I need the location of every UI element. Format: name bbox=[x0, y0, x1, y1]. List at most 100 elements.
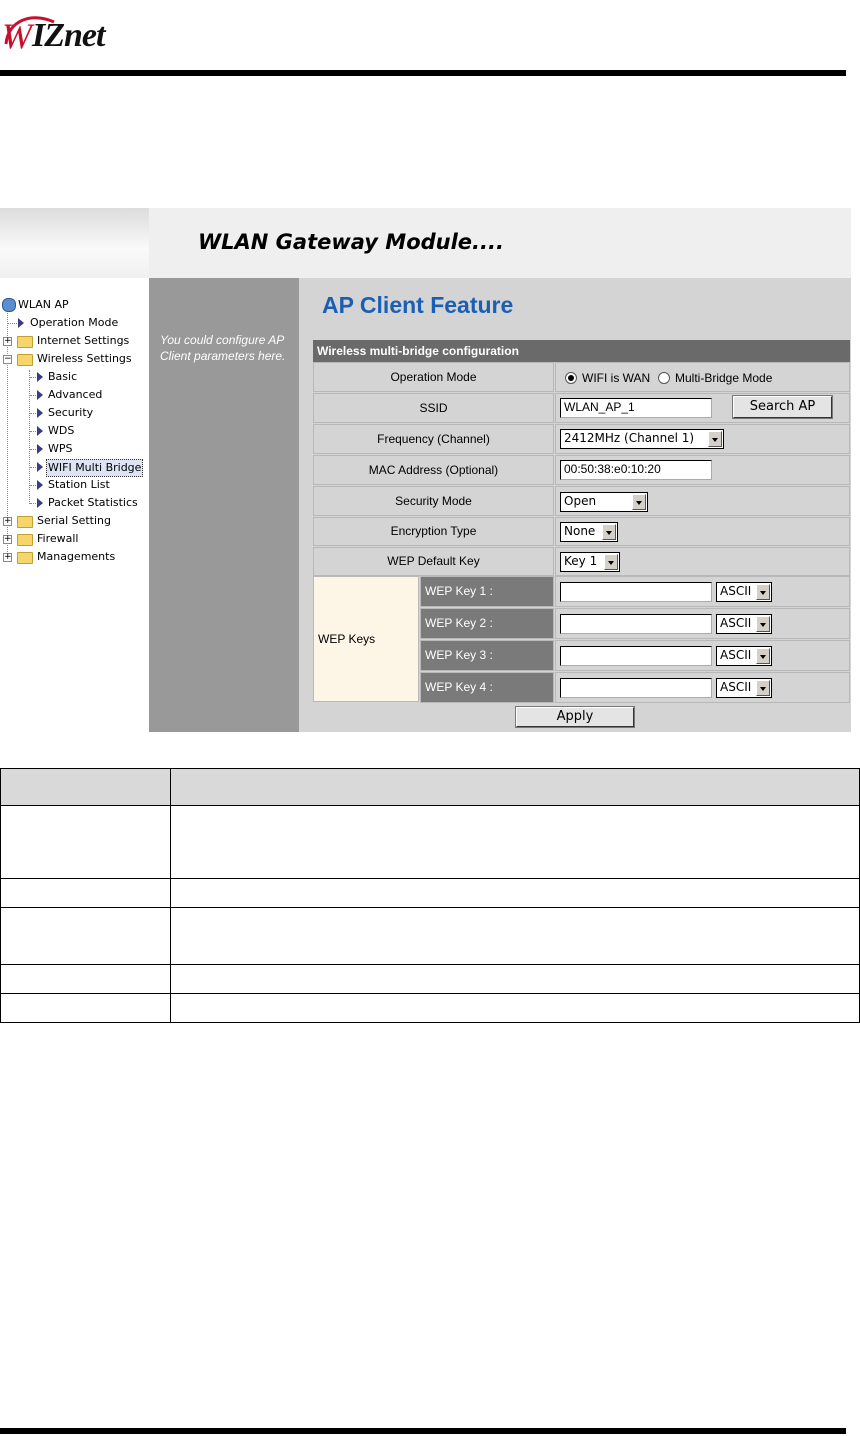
wep-key-2-format-select[interactable]: ASCII bbox=[716, 614, 772, 634]
wep-key-1-cell: ASCII bbox=[555, 576, 850, 607]
table-row bbox=[0, 907, 860, 965]
frequency-cell: 2412MHz (Channel 1) bbox=[555, 424, 850, 454]
wep-key-4-input[interactable] bbox=[560, 678, 712, 698]
help-panel: You could configure AP Client parameters… bbox=[149, 278, 299, 732]
table-row bbox=[0, 964, 860, 994]
wep-default-key-cell: Key 1 bbox=[555, 547, 850, 576]
table-header-cell bbox=[170, 768, 860, 806]
main-content: AP Client Feature Wireless multi-bridge … bbox=[299, 278, 851, 732]
wep-default-key-label: WEP Default Key bbox=[313, 547, 554, 576]
collapse-minus-icon[interactable]: − bbox=[3, 355, 12, 364]
table-cell bbox=[170, 993, 860, 1023]
table-header-row bbox=[0, 768, 860, 806]
security-mode-cell: Open bbox=[555, 486, 850, 516]
wep-key-1-input[interactable] bbox=[560, 582, 712, 602]
wep-key-4-label: WEP Key 4 : bbox=[420, 672, 554, 703]
page-arrow-icon bbox=[37, 426, 43, 436]
expand-plus-icon[interactable]: + bbox=[3, 535, 12, 544]
table-cell bbox=[170, 878, 860, 908]
page-arrow-icon bbox=[37, 462, 43, 472]
dropdown-arrow-icon[interactable] bbox=[708, 431, 722, 447]
wep-key-1-label: WEP Key 1 : bbox=[420, 576, 554, 607]
table-row bbox=[0, 805, 860, 879]
ssid-input[interactable]: WLAN_AP_1 bbox=[560, 398, 712, 418]
table-cell bbox=[0, 964, 171, 994]
help-text: You could configure AP Client parameters… bbox=[160, 333, 286, 363]
table-cell bbox=[0, 805, 171, 879]
footer-rule bbox=[0, 1428, 846, 1434]
apply-button[interactable]: Apply bbox=[515, 706, 635, 728]
ssid-cell: WLAN_AP_1 Search AP bbox=[555, 393, 850, 423]
wep-key-2-input[interactable] bbox=[560, 614, 712, 634]
wep-key-3-input[interactable] bbox=[560, 646, 712, 666]
folder-icon bbox=[17, 516, 33, 528]
page-arrow-icon bbox=[37, 480, 43, 490]
radio-multi-bridge[interactable] bbox=[658, 372, 670, 384]
operation-mode-cell: WIFI is WAN Multi-Bridge Mode bbox=[555, 362, 850, 392]
wep-key-1-format-select[interactable]: ASCII bbox=[716, 582, 772, 602]
page-arrow-icon bbox=[37, 372, 43, 382]
dropdown-arrow-icon[interactable] bbox=[604, 554, 618, 570]
radio-multi-bridge-label: Multi-Bridge Mode bbox=[675, 371, 773, 385]
frequency-select[interactable]: 2412MHz (Channel 1) bbox=[560, 429, 724, 449]
table-cell bbox=[170, 964, 860, 994]
wep-key-3-cell: ASCII bbox=[555, 640, 850, 671]
folder-icon bbox=[17, 336, 33, 348]
page-arrow-icon bbox=[37, 390, 43, 400]
radio-wifi-wan[interactable] bbox=[565, 372, 577, 384]
banner: WLAN Gateway Module.... bbox=[149, 208, 851, 278]
table-cell bbox=[0, 878, 171, 908]
banner-left-panel bbox=[0, 208, 149, 278]
security-mode-select[interactable]: Open bbox=[560, 492, 648, 512]
wep-key-4-cell: ASCII bbox=[555, 672, 850, 703]
expand-plus-icon[interactable]: + bbox=[3, 553, 12, 562]
frequency-label: Frequency (Channel) bbox=[313, 424, 554, 454]
wep-key-3-label: WEP Key 3 : bbox=[420, 640, 554, 671]
mac-address-label: MAC Address (Optional) bbox=[313, 455, 554, 485]
tree-guide bbox=[29, 370, 30, 504]
table-cell bbox=[170, 907, 860, 965]
dropdown-arrow-icon[interactable] bbox=[756, 616, 770, 632]
radio-wifi-wan-label: WIFI is WAN bbox=[582, 371, 651, 385]
page-arrow-icon bbox=[37, 444, 43, 454]
expand-plus-icon[interactable]: + bbox=[3, 337, 12, 346]
encryption-type-cell: None bbox=[555, 517, 850, 546]
wep-key-2-cell: ASCII bbox=[555, 608, 850, 639]
description-table bbox=[0, 768, 860, 1023]
encryption-type-select[interactable]: None bbox=[560, 522, 618, 542]
header-rule bbox=[0, 70, 846, 76]
security-mode-label: Security Mode bbox=[313, 486, 554, 516]
mac-address-input[interactable]: 00:50:38:e0:10:20 bbox=[560, 460, 712, 480]
wep-key-3-format-select[interactable]: ASCII bbox=[716, 646, 772, 666]
dropdown-arrow-icon[interactable] bbox=[756, 680, 770, 696]
dropdown-arrow-icon[interactable] bbox=[756, 648, 770, 664]
search-ap-button[interactable]: Search AP bbox=[732, 395, 833, 419]
router-admin-screenshot: WLAN Gateway Module.... WLAN AP Operatio… bbox=[0, 208, 851, 732]
dropdown-arrow-icon[interactable] bbox=[602, 524, 616, 540]
wep-key-4-format-select[interactable]: ASCII bbox=[716, 678, 772, 698]
folder-icon bbox=[17, 552, 33, 564]
table-row bbox=[0, 878, 860, 908]
table-cell bbox=[170, 805, 860, 879]
folder-open-icon bbox=[17, 354, 33, 366]
page-arrow-icon bbox=[37, 408, 43, 418]
dropdown-arrow-icon[interactable] bbox=[756, 584, 770, 600]
mac-address-cell: 00:50:38:e0:10:20 bbox=[555, 455, 850, 485]
page-arrow-icon bbox=[37, 498, 43, 508]
expand-plus-icon[interactable]: + bbox=[3, 517, 12, 526]
table-header-cell bbox=[0, 768, 171, 806]
dropdown-arrow-icon[interactable] bbox=[632, 494, 646, 510]
section-header: Wireless multi-bridge configuration bbox=[313, 340, 850, 362]
wiznet-logo: W IZnet bbox=[2, 16, 105, 56]
wep-keys-label: WEP Keys bbox=[313, 576, 419, 702]
ssid-label: SSID bbox=[313, 393, 554, 423]
nav-tree: WLAN AP Operation Mode + Internet Settin… bbox=[0, 278, 149, 732]
table-cell bbox=[0, 907, 171, 965]
folder-icon bbox=[17, 534, 33, 546]
banner-title: WLAN Gateway Module.... bbox=[198, 230, 504, 254]
page-title: AP Client Feature bbox=[322, 292, 514, 318]
table-cell bbox=[0, 993, 171, 1023]
table-row bbox=[0, 993, 860, 1023]
wep-key-2-label: WEP Key 2 : bbox=[420, 608, 554, 639]
wep-default-key-select[interactable]: Key 1 bbox=[560, 552, 620, 572]
